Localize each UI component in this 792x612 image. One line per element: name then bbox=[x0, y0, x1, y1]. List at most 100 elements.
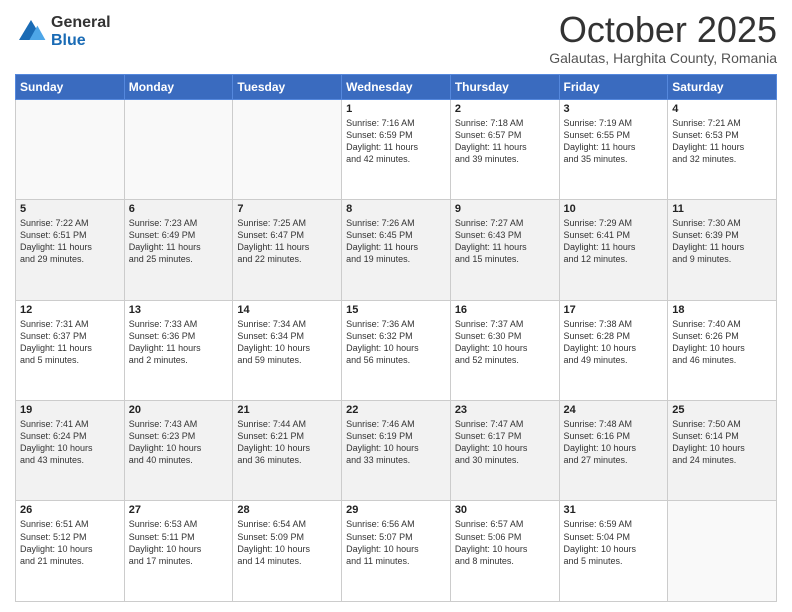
table-row: 19Sunrise: 7:41 AM Sunset: 6:24 PM Dayli… bbox=[16, 401, 125, 501]
day-info: Sunrise: 6:59 AM Sunset: 5:04 PM Dayligh… bbox=[564, 518, 664, 567]
header-saturday: Saturday bbox=[668, 74, 777, 99]
day-number: 27 bbox=[129, 504, 229, 516]
day-number: 1 bbox=[346, 103, 446, 115]
day-number: 28 bbox=[237, 504, 337, 516]
table-row: 23 Sunrise: 7:47 AM Sunset: 6:17 PM Dayli… bbox=[450, 401, 559, 501]
header-friday: Friday bbox=[559, 74, 668, 99]
day-info: Sunrise: 6:56 AM Sunset: 5:07 PM Dayligh… bbox=[346, 518, 446, 567]
calendar-week-row: 12 Sunrise: 7:31 AM Sunset: 6:37 PM Dayli… bbox=[16, 300, 777, 400]
day-info: Sunrise: 7:38 AM Sunset: 6:28 PM Dayligh… bbox=[564, 318, 664, 367]
title-area: October 2025 Galautas, Harghita County, … bbox=[549, 10, 777, 66]
day-info: Sunrise: 7:29 AM Sunset: 6:41 PM Dayligh… bbox=[564, 217, 664, 266]
table-row: 29 Sunrise: 6:56 AM Sunset: 5:07 PM Dayli… bbox=[342, 501, 451, 602]
day-info: Sunrise: 6:51 AM Sunset: 5:12 PM Dayligh… bbox=[20, 518, 120, 567]
day-info: Sunrise: 7:21 AM Sunset: 6:53 PM Dayligh… bbox=[672, 117, 772, 166]
logo-general: General bbox=[51, 14, 111, 32]
month-title: October 2025 bbox=[549, 10, 777, 50]
day-number: 2 bbox=[455, 103, 555, 115]
table-row: 7Sunrise: 7:25 AM Sunset: 6:47 PM Daylig… bbox=[233, 200, 342, 300]
table-row: 8 Sunrise: 7:26 AM Sunset: 6:45 PM Daylig… bbox=[342, 200, 451, 300]
day-number: 3 bbox=[564, 103, 664, 115]
table-row: 6Sunrise: 7:23 AM Sunset: 6:49 PM Daylig… bbox=[124, 200, 233, 300]
day-info: Sunrise: 7:23 AM Sunset: 6:49 PM Dayligh… bbox=[129, 217, 229, 266]
day-number: 25 bbox=[672, 404, 772, 416]
day-number: 22 bbox=[346, 404, 446, 416]
calendar-week-row: 26 Sunrise: 6:51 AM Sunset: 5:12 PM Dayli… bbox=[16, 501, 777, 602]
day-number: 14 bbox=[237, 304, 337, 316]
table-row: 10 Sunrise: 7:29 AM Sunset: 6:41 PM Dayli… bbox=[559, 200, 668, 300]
day-number: 7 bbox=[237, 203, 337, 215]
calendar-week-row: 5Sunrise: 7:22 AM Sunset: 6:51 PM Daylig… bbox=[16, 200, 777, 300]
table-row: 22 Sunrise: 7:46 AM Sunset: 6:19 PM Dayli… bbox=[342, 401, 451, 501]
day-number: 8 bbox=[346, 203, 446, 215]
header-thursday: Thursday bbox=[450, 74, 559, 99]
header-wednesday: Wednesday bbox=[342, 74, 451, 99]
logo-blue: Blue bbox=[51, 32, 111, 50]
day-info: Sunrise: 7:30 AM Sunset: 6:39 PM Dayligh… bbox=[672, 217, 772, 266]
table-row: 4 Sunrise: 7:21 AM Sunset: 6:53 PM Daylig… bbox=[668, 99, 777, 199]
day-number: 12 bbox=[20, 304, 120, 316]
day-info: Sunrise: 7:22 AM Sunset: 6:51 PM Dayligh… bbox=[20, 217, 120, 266]
day-info: Sunrise: 7:43 AM Sunset: 6:23 PM Dayligh… bbox=[129, 418, 229, 467]
day-number: 18 bbox=[672, 304, 772, 316]
day-info: Sunrise: 7:16 AM Sunset: 6:59 PM Dayligh… bbox=[346, 117, 446, 166]
table-row bbox=[16, 99, 125, 199]
header-sunday: Sunday bbox=[16, 74, 125, 99]
day-info: Sunrise: 7:18 AM Sunset: 6:57 PM Dayligh… bbox=[455, 117, 555, 166]
header-tuesday: Tuesday bbox=[233, 74, 342, 99]
location: Galautas, Harghita County, Romania bbox=[549, 50, 777, 66]
day-number: 31 bbox=[564, 504, 664, 516]
table-row: 18 Sunrise: 7:40 AM Sunset: 6:26 PM Dayli… bbox=[668, 300, 777, 400]
table-row: 5Sunrise: 7:22 AM Sunset: 6:51 PM Daylig… bbox=[16, 200, 125, 300]
table-row: 30 Sunrise: 6:57 AM Sunset: 5:06 PM Dayli… bbox=[450, 501, 559, 602]
day-number: 30 bbox=[455, 504, 555, 516]
table-row: 25 Sunrise: 7:50 AM Sunset: 6:14 PM Dayli… bbox=[668, 401, 777, 501]
day-info: Sunrise: 7:26 AM Sunset: 6:45 PM Dayligh… bbox=[346, 217, 446, 266]
day-number: 16 bbox=[455, 304, 555, 316]
day-info: Sunrise: 7:50 AM Sunset: 6:14 PM Dayligh… bbox=[672, 418, 772, 467]
day-info: Sunrise: 6:53 AM Sunset: 5:11 PM Dayligh… bbox=[129, 518, 229, 567]
day-number: 29 bbox=[346, 504, 446, 516]
table-row bbox=[233, 99, 342, 199]
day-info: Sunrise: 7:44 AM Sunset: 6:21 PM Dayligh… bbox=[237, 418, 337, 467]
day-info: Sunrise: 7:46 AM Sunset: 6:19 PM Dayligh… bbox=[346, 418, 446, 467]
table-row: 12 Sunrise: 7:31 AM Sunset: 6:37 PM Dayli… bbox=[16, 300, 125, 400]
table-row bbox=[124, 99, 233, 199]
day-info: Sunrise: 7:31 AM Sunset: 6:37 PM Dayligh… bbox=[20, 318, 120, 367]
logo: General Blue bbox=[15, 14, 111, 49]
table-row: 15 Sunrise: 7:36 AM Sunset: 6:32 PM Dayli… bbox=[342, 300, 451, 400]
page: General Blue October 2025 Galautas, Harg… bbox=[0, 0, 792, 612]
table-row: 16Sunrise: 7:37 AM Sunset: 6:30 PM Dayli… bbox=[450, 300, 559, 400]
weekday-header-row: Sunday Monday Tuesday Wednesday Thursday… bbox=[16, 74, 777, 99]
day-number: 10 bbox=[564, 203, 664, 215]
table-row: 26 Sunrise: 6:51 AM Sunset: 5:12 PM Dayli… bbox=[16, 501, 125, 602]
day-number: 4 bbox=[672, 103, 772, 115]
table-row: 17Sunrise: 7:38 AM Sunset: 6:28 PM Dayli… bbox=[559, 300, 668, 400]
day-info: Sunrise: 7:47 AM Sunset: 6:17 PM Dayligh… bbox=[455, 418, 555, 467]
day-number: 15 bbox=[346, 304, 446, 316]
day-info: Sunrise: 7:40 AM Sunset: 6:26 PM Dayligh… bbox=[672, 318, 772, 367]
day-info: Sunrise: 6:57 AM Sunset: 5:06 PM Dayligh… bbox=[455, 518, 555, 567]
day-info: Sunrise: 7:34 AM Sunset: 6:34 PM Dayligh… bbox=[237, 318, 337, 367]
day-number: 13 bbox=[129, 304, 229, 316]
day-info: Sunrise: 7:27 AM Sunset: 6:43 PM Dayligh… bbox=[455, 217, 555, 266]
table-row: 3 Sunrise: 7:19 AM Sunset: 6:55 PM Daylig… bbox=[559, 99, 668, 199]
day-number: 23 bbox=[455, 404, 555, 416]
logo-icon bbox=[15, 16, 47, 48]
table-row: 1 Sunrise: 7:16 AM Sunset: 6:59 PM Daylig… bbox=[342, 99, 451, 199]
header: General Blue October 2025 Galautas, Harg… bbox=[15, 10, 777, 66]
day-number: 20 bbox=[129, 404, 229, 416]
day-info: Sunrise: 7:36 AM Sunset: 6:32 PM Dayligh… bbox=[346, 318, 446, 367]
table-row: 9Sunrise: 7:27 AM Sunset: 6:43 PM Daylig… bbox=[450, 200, 559, 300]
table-row: 24Sunrise: 7:48 AM Sunset: 6:16 PM Dayli… bbox=[559, 401, 668, 501]
table-row: 20 Sunrise: 7:43 AM Sunset: 6:23 PM Dayli… bbox=[124, 401, 233, 501]
header-monday: Monday bbox=[124, 74, 233, 99]
day-number: 26 bbox=[20, 504, 120, 516]
table-row: 2 Sunrise: 7:18 AM Sunset: 6:57 PM Daylig… bbox=[450, 99, 559, 199]
logo-text: General Blue bbox=[51, 14, 111, 49]
day-info: Sunrise: 7:19 AM Sunset: 6:55 PM Dayligh… bbox=[564, 117, 664, 166]
table-row: 21 Sunrise: 7:44 AM Sunset: 6:21 PM Dayli… bbox=[233, 401, 342, 501]
day-number: 21 bbox=[237, 404, 337, 416]
calendar-week-row: 1 Sunrise: 7:16 AM Sunset: 6:59 PM Daylig… bbox=[16, 99, 777, 199]
day-number: 19 bbox=[20, 404, 120, 416]
